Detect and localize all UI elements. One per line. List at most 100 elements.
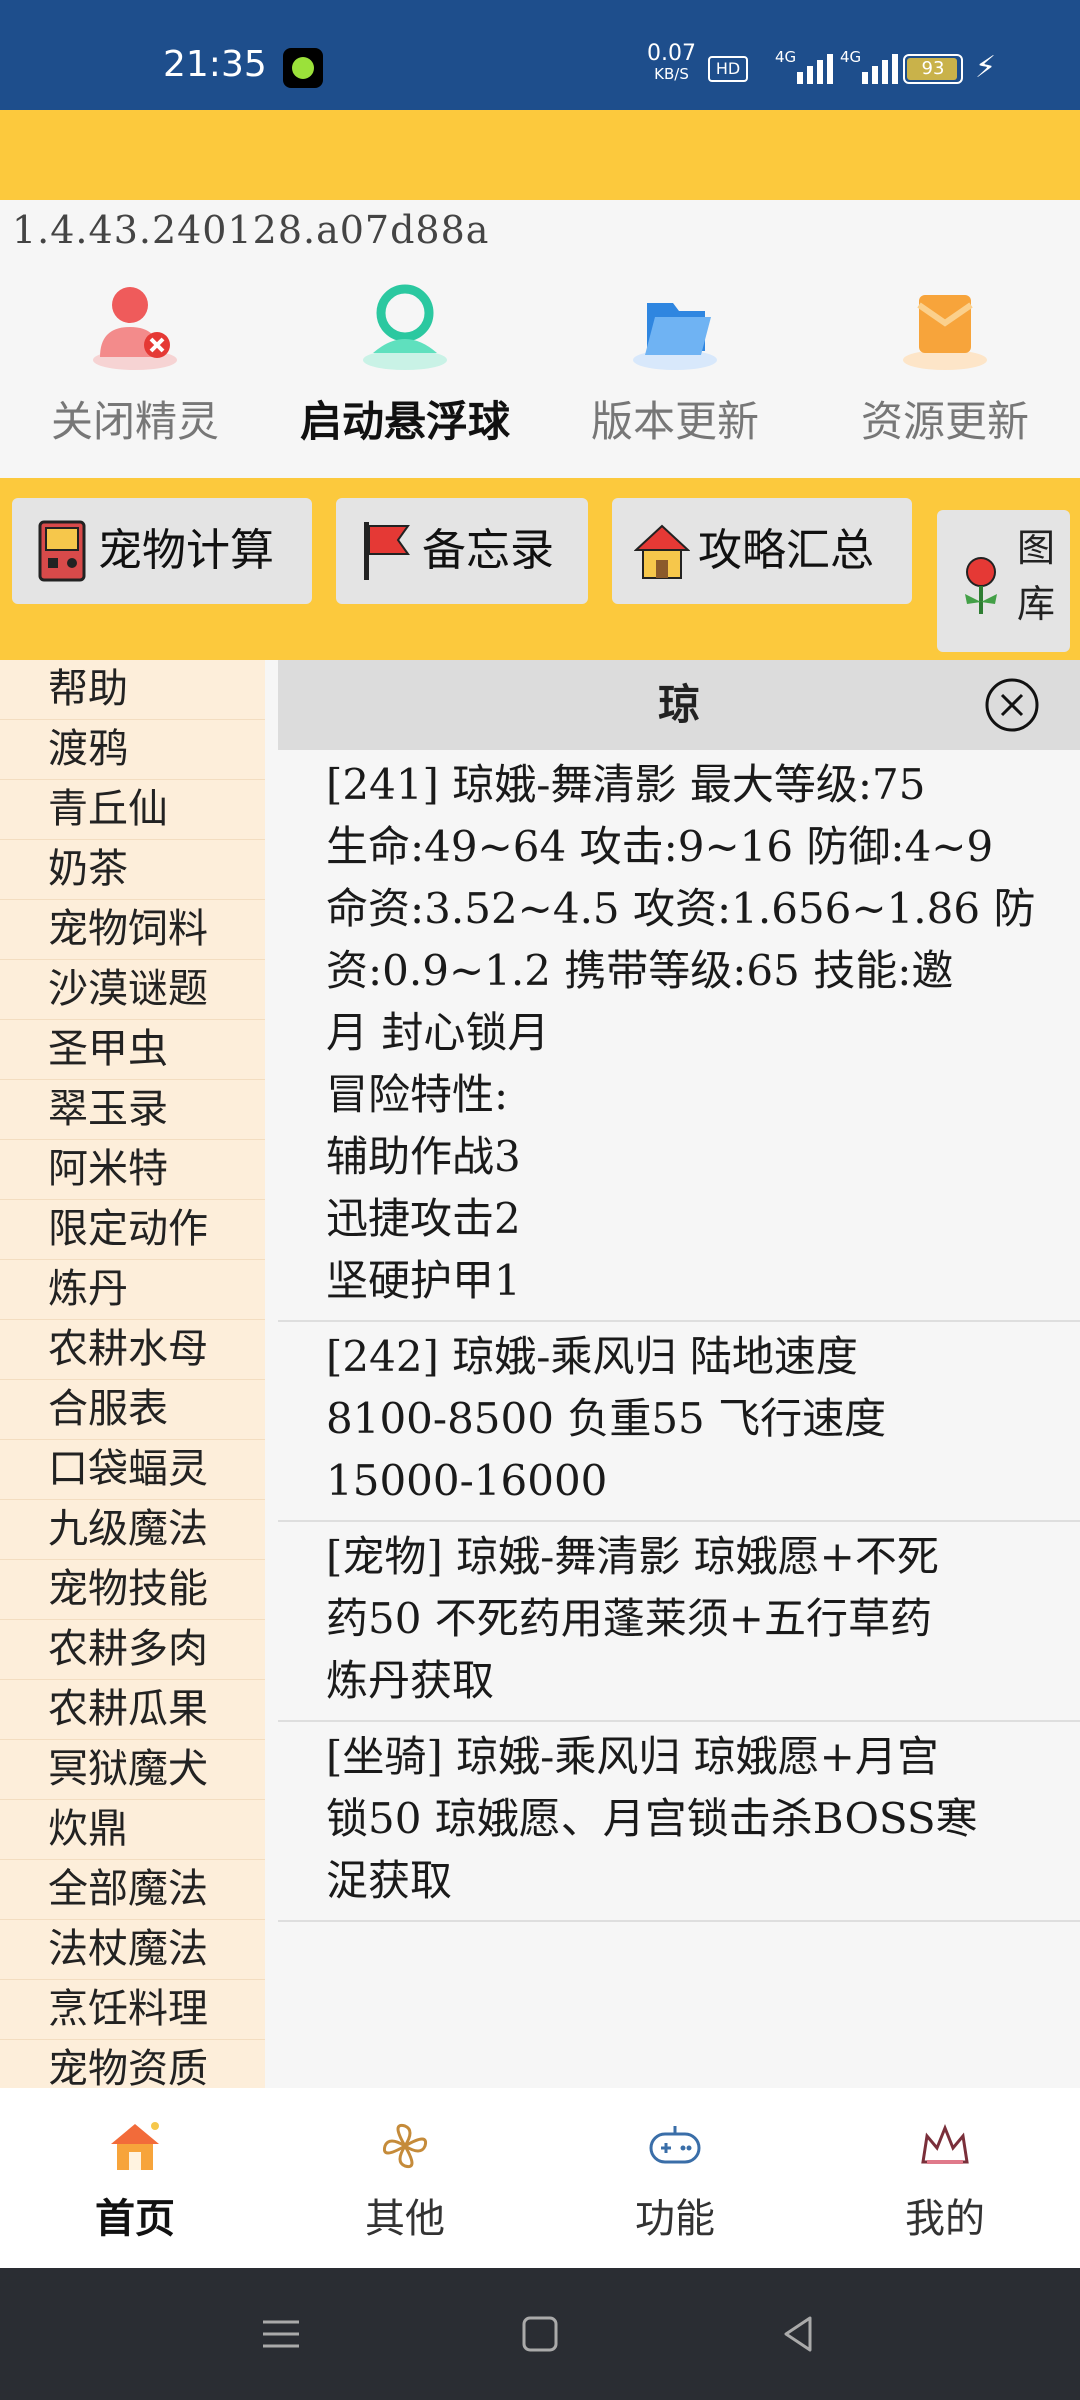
entry-line: 炼丹获取 — [326, 1656, 495, 1705]
status-bar: 21:35 0.07 KB/S HD 4G 4G 93 ⚡ — [0, 0, 1080, 110]
gamepad-icon — [649, 2126, 701, 2164]
nav-function[interactable]: 功能 — [540, 2088, 810, 2268]
sidebar-item[interactable]: 农耕多肉 — [0, 1620, 265, 1680]
memo-button[interactable]: 备忘录 — [336, 498, 588, 604]
network-type-2: 4G — [840, 48, 862, 66]
strategy-summary-label: 攻略汇总 — [698, 525, 874, 576]
entry-line: 锁50 琼娥愿、月宫锁击杀BOSS寒 — [326, 1794, 978, 1843]
category-sidebar[interactable]: 帮助 渡鸦 青丘仙 奶茶 宠物饲料 沙漠谜题 圣甲虫 翠玉录 阿米特 限定动作 … — [0, 660, 265, 2088]
user-close-icon — [93, 287, 177, 370]
detail-panel: 琼 [241] 琼娥-舞清影 最大等级:75 生命:49~64 攻击:9~16 … — [278, 660, 1080, 2088]
home-square-icon[interactable] — [514, 2308, 566, 2360]
entry-line: 资:0.9~1.2 携带等级:65 技能:邀 — [326, 946, 954, 995]
entry-line: 迅捷攻击2 — [326, 1194, 521, 1243]
flower-icon — [965, 557, 997, 614]
sidebar-item[interactable]: 帮助 — [0, 660, 265, 720]
nav-mine[interactable]: 我的 — [810, 2088, 1080, 2268]
close-sprite-label: 关闭精灵 — [50, 397, 219, 446]
folder-icon — [633, 303, 717, 370]
pet-calculator-label: 宠物计算 — [98, 525, 274, 576]
tool-strip: 宠物计算 备忘录 攻略汇总 图库 — [0, 478, 1080, 660]
gameboy-icon — [38, 520, 86, 582]
clock: 21:35 — [163, 44, 267, 85]
entry-line: 8100-8500 负重55 飞行速度 — [326, 1394, 887, 1443]
sidebar-item[interactable]: 法杖魔法 — [0, 1920, 265, 1980]
system-nav-bar — [0, 2268, 1080, 2400]
sidebar-item[interactable]: 合服表 — [0, 1380, 265, 1440]
gallery-button[interactable]: 图库 — [937, 510, 1070, 652]
charging-icon: ⚡ — [975, 50, 997, 85]
nav-other[interactable]: 其他 — [270, 2088, 540, 2268]
sidebar-item[interactable]: 炊鼎 — [0, 1800, 265, 1860]
package-icon — [903, 295, 987, 370]
signal-icon: 4G — [775, 48, 835, 84]
sidebar-item[interactable]: 限定动作 — [0, 1200, 265, 1260]
network-speed-unit: KB/S — [654, 65, 689, 83]
menu-icon[interactable] — [255, 2308, 307, 2360]
signal-icon-2: 4G — [840, 48, 900, 84]
entry-list: [241] 琼娥-舞清影 最大等级:75 生命:49~64 攻击:9~16 防御… — [278, 750, 1080, 1922]
version-update-label: 版本更新 — [590, 397, 759, 446]
entry-line: [241] 琼娥-舞清影 最大等级:75 — [326, 760, 926, 809]
network-type-1: 4G — [775, 48, 797, 66]
entry-line: 命资:3.52~4.5 攻资:1.656~1.86 防 — [326, 884, 1036, 933]
entry-line: 辅助作战3 — [326, 1132, 521, 1181]
battery-icon: 93 — [903, 54, 963, 84]
sidebar-item[interactable]: 烹饪料理 — [0, 1980, 265, 2040]
bottom-nav: 首页 其他 功能 我的 — [0, 2088, 1080, 2268]
gallery-label: 图库 — [1017, 526, 1056, 626]
network-speed: 0.07 KB/S — [647, 41, 696, 84]
sidebar-item[interactable]: 九级魔法 — [0, 1500, 265, 1560]
entry-line: [宠物] 琼娥-舞清影 琼娥愿+不死 — [326, 1532, 939, 1581]
sidebar-item[interactable]: 炼丹 — [0, 1260, 265, 1320]
close-sprite-button[interactable]: 关闭精灵 — [0, 270, 270, 470]
sidebar-item[interactable]: 翠玉录 — [0, 1080, 265, 1140]
list-item[interactable]: [宠物] 琼娥-舞清影 琼娥愿+不死 药50 不死药用蓬莱须+五行草药 炼丹获取 — [278, 1522, 1080, 1722]
entry-line: 月 封心锁月 — [326, 1008, 550, 1057]
pet-calculator-button[interactable]: 宠物计算 — [12, 498, 312, 604]
entry-line: 浞获取 — [326, 1856, 453, 1905]
nav-mine-label: 我的 — [905, 2196, 985, 2242]
nav-home-label: 首页 — [95, 2195, 175, 2242]
nav-home[interactable]: 首页 — [0, 2088, 270, 2268]
list-item[interactable]: [242] 琼娥-乘风归 陆地速度 8100-8500 负重55 飞行速度 15… — [278, 1322, 1080, 1522]
panel-title: 琼 — [657, 680, 700, 729]
sidebar-item[interactable]: 青丘仙 — [0, 780, 265, 840]
sidebar-item[interactable]: 沙漠谜题 — [0, 960, 265, 1020]
sidebar-item[interactable]: 口袋蝠灵 — [0, 1440, 265, 1500]
start-floating-ball-label: 启动悬浮球 — [299, 397, 510, 446]
entry-line: [坐骑] 琼娥-乘风归 琼娥愿+月宫 — [326, 1732, 939, 1781]
nav-other-label: 其他 — [365, 2196, 445, 2242]
pinwheel-icon — [382, 2123, 428, 2169]
strategy-summary-button[interactable]: 攻略汇总 — [612, 498, 912, 604]
crown-icon — [921, 2123, 969, 2164]
close-icon[interactable] — [984, 677, 1040, 733]
sidebar-item[interactable]: 宠物技能 — [0, 1560, 265, 1620]
resource-update-button[interactable]: 资源更新 — [810, 270, 1080, 470]
hd-voice-icon: HD — [708, 56, 748, 82]
list-item[interactable]: [坐骑] 琼娥-乘风归 琼娥愿+月宫 锁50 琼娥愿、月宫锁击杀BOSS寒 浞获… — [278, 1722, 1080, 1922]
sidebar-item[interactable]: 宠物资质 — [0, 2040, 265, 2088]
sidebar-item[interactable]: 农耕水母 — [0, 1320, 265, 1380]
sidebar-item[interactable]: 奶茶 — [0, 840, 265, 900]
battery-level: 93 — [921, 58, 945, 79]
entry-line: 药50 不死药用蓬莱须+五行草药 — [326, 1594, 932, 1643]
start-floating-ball-button[interactable]: 启动悬浮球 — [270, 270, 540, 470]
resource-update-label: 资源更新 — [860, 397, 1029, 446]
version-label: 1.4.43.240128.a07d88a — [12, 208, 490, 252]
network-speed-value: 0.07 — [647, 41, 696, 66]
sidebar-item[interactable]: 渡鸦 — [0, 720, 265, 780]
sidebar-item[interactable]: 全部魔法 — [0, 1860, 265, 1920]
sidebar-item[interactable]: 冥狱魔犬 — [0, 1740, 265, 1800]
floating-ball-icon — [363, 284, 447, 370]
sidebar-item[interactable]: 农耕瓜果 — [0, 1680, 265, 1740]
entry-line: 生命:49~64 攻击:9~16 防御:4~9 — [326, 822, 994, 871]
list-item[interactable]: [241] 琼娥-舞清影 最大等级:75 生命:49~64 攻击:9~16 防御… — [278, 750, 1080, 1322]
sidebar-item[interactable]: 阿米特 — [0, 1140, 265, 1200]
memo-label: 备忘录 — [422, 525, 554, 576]
back-icon[interactable] — [772, 2308, 824, 2360]
nav-function-label: 功能 — [635, 2196, 715, 2242]
version-update-button[interactable]: 版本更新 — [540, 270, 810, 470]
sidebar-item[interactable]: 宠物饲料 — [0, 900, 265, 960]
sidebar-item[interactable]: 圣甲虫 — [0, 1020, 265, 1080]
